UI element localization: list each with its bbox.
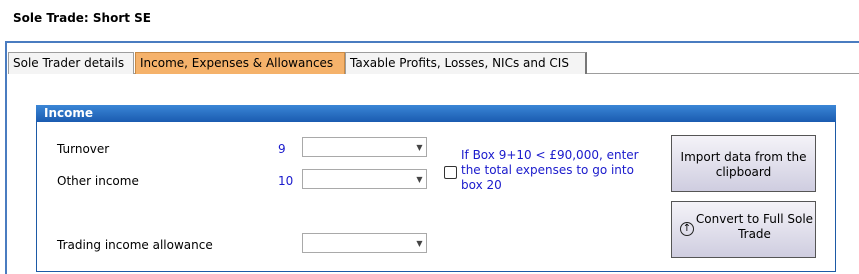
other-income-box-number: 10 — [278, 174, 294, 188]
expenses-hint-text: If Box 9+10 < £90,000, enter the total e… — [461, 148, 639, 192]
total-expenses-checkbox[interactable] — [444, 166, 457, 179]
tab-income-expenses-allowances[interactable]: Income, Expenses & Allowances — [135, 52, 345, 74]
convert-full-sole-trade-button[interactable]: ↑ Convert to Full Sole Trade — [671, 201, 816, 258]
convert-full-sole-trade-button-label: Convert to Full Sole Trade — [695, 212, 814, 241]
chevron-down-icon: ▼ — [416, 175, 423, 184]
window-title: Sole Trade: Short SE — [13, 11, 152, 25]
tab-sole-trader-details[interactable]: Sole Trader details — [8, 52, 134, 74]
import-clipboard-button[interactable]: Import data from the clipboard — [671, 135, 816, 192]
tab-taxable-profits[interactable]: Taxable Profits, Losses, NICs and CIS — [345, 52, 587, 74]
turnover-label: Turnover — [57, 142, 110, 156]
title-bar: Sole Trade: Short SE — [0, 0, 859, 40]
import-clipboard-button-label: Import data from the clipboard — [680, 150, 807, 179]
turnover-box-number: 9 — [278, 142, 286, 156]
chevron-down-icon: ▼ — [416, 143, 423, 152]
upload-arrow-icon: ↑ — [680, 222, 694, 236]
income-group-header: Income — [36, 105, 836, 122]
chevron-down-icon: ▼ — [416, 239, 423, 248]
other-income-select[interactable]: ▼ — [302, 169, 427, 189]
tab-strip: Sole Trader details Income, Expenses & A… — [8, 52, 859, 74]
trading-income-allowance-label: Trading income allowance — [57, 238, 213, 252]
turnover-select[interactable]: ▼ — [302, 137, 427, 157]
trading-income-allowance-select[interactable]: ▼ — [302, 233, 427, 253]
other-income-label: Other income — [57, 174, 139, 188]
